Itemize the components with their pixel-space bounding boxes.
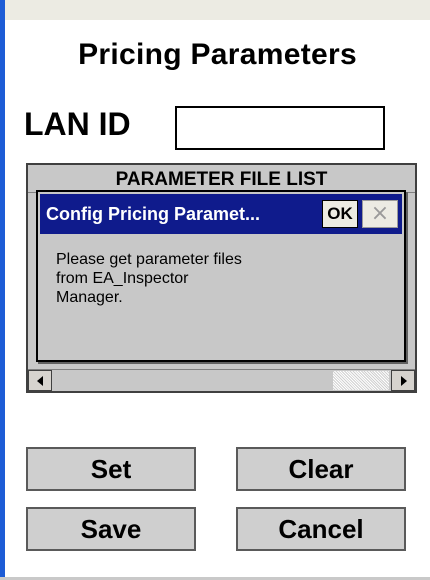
arrow-left-icon bbox=[37, 376, 43, 386]
top-strip bbox=[0, 0, 430, 20]
dialog-message-line: Please get parameter files bbox=[56, 251, 242, 268]
cancel-button[interactable]: Cancel bbox=[236, 507, 406, 551]
lan-id-input[interactable] bbox=[175, 106, 385, 150]
dialog-message-line: Manager. bbox=[56, 289, 123, 306]
dialog-ok-button[interactable]: OK bbox=[322, 200, 358, 228]
scroll-thumb[interactable] bbox=[333, 371, 389, 390]
config-dialog: Config Pricing Paramet... OK × Please ge… bbox=[36, 190, 406, 362]
page-title: Pricing Parameters bbox=[78, 38, 357, 71]
save-button[interactable]: Save bbox=[26, 507, 196, 551]
window-edge bbox=[0, 0, 5, 580]
close-icon[interactable]: × bbox=[362, 200, 398, 228]
scroll-right-button[interactable] bbox=[391, 370, 415, 391]
arrow-right-icon bbox=[401, 376, 407, 386]
dialog-message: Please get parameter files from EA_Inspe… bbox=[56, 250, 356, 307]
lan-id-label: LAN ID bbox=[24, 106, 131, 142]
list-header: PARAMETER FILE LIST bbox=[28, 165, 415, 193]
horizontal-scrollbar[interactable] bbox=[28, 369, 415, 391]
scroll-left-button[interactable] bbox=[28, 370, 52, 391]
dialog-message-line: from EA_Inspector bbox=[56, 270, 189, 287]
set-button[interactable]: Set bbox=[26, 447, 196, 491]
dialog-title: Config Pricing Paramet... bbox=[46, 204, 261, 224]
clear-button[interactable]: Clear bbox=[236, 447, 406, 491]
dialog-titlebar: Config Pricing Paramet... OK × bbox=[40, 194, 402, 234]
